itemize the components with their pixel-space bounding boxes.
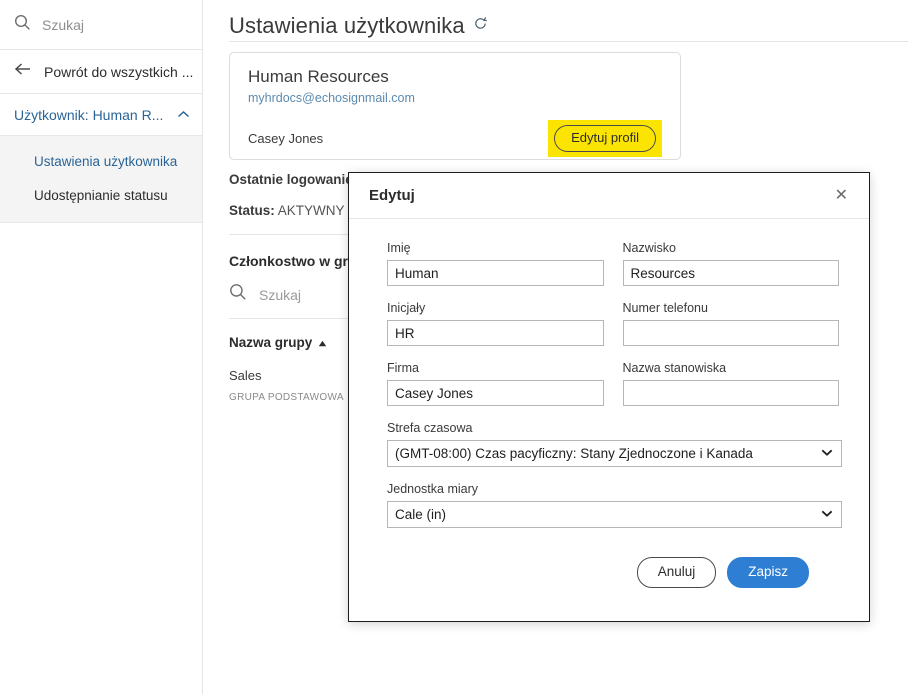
sidebar-group-user[interactable]: Użytkownik: Human R... [0,94,202,136]
app-root: Powrót do wszystkich ... Użytkownik: Hum… [0,0,908,694]
unit-select-wrap: Cale (in) [387,501,842,528]
status-label: Status: [229,203,275,218]
user-card-email[interactable]: myhrdocs@echosignmail.com [248,91,662,105]
sidebar: Powrót do wszystkich ... Użytkownik: Hum… [0,0,203,694]
user-card-person: Casey Jones [248,130,324,146]
last-login-label: Ostatnie logowanie: [229,172,358,187]
group-name-column-label: Nazwa grupy [229,335,313,350]
dialog-footer: Anuluj Zapisz [387,543,839,588]
sidebar-search[interactable] [0,0,202,50]
timezone-label: Strefa czasowa [387,421,473,435]
initials-label: Inicjały [387,301,426,315]
phone-input[interactable] [622,320,839,346]
user-card-row: Casey Jones Edytuj profil [248,120,662,157]
user-profile-card: Human Resources myhrdocs@echosignmail.co… [229,52,681,160]
phone-label: Numer telefonu [622,301,708,315]
sidebar-item-status-sharing-label: Udostępnianie statusu [34,187,168,203]
timezone-select-wrap: (GMT-08:00) Czas pacyficzny: Stany Zjedn… [387,440,842,467]
user-card-name: Human Resources [248,67,389,86]
field-company: Firma [387,361,604,406]
row-initials-phone: Inicjały Numer telefonu [387,301,839,361]
last-name-input[interactable] [622,260,839,286]
title-divider [229,41,908,42]
refresh-icon[interactable] [473,16,488,36]
edit-profile-button[interactable]: Edytuj profil [554,125,656,152]
field-timezone: Strefa czasowa (GMT-08:00) Czas pacyficz… [387,421,842,467]
field-first-name: Imię [387,241,604,286]
search-icon [14,14,31,36]
field-job-title: Nazwa stanowiska [622,361,839,406]
sidebar-submenu: Ustawienia użytkownika Udostępnianie sta… [0,136,202,223]
field-phone: Numer telefonu [622,301,839,346]
cancel-button[interactable]: Anuluj [636,557,717,588]
chevron-up-icon[interactable] [177,106,190,124]
sidebar-item-status-sharing[interactable]: Udostępnianie statusu [0,178,202,212]
company-label: Firma [387,361,419,375]
page-title: Ustawienia użytkownika [229,13,465,38]
search-input[interactable] [42,16,172,33]
back-to-all-button[interactable]: Powrót do wszystkich ... [0,50,202,94]
unit-of-measure-label: Jednostka miary [387,482,479,496]
row-company-job: Firma Nazwa stanowiska [387,361,839,421]
save-button[interactable]: Zapisz [727,557,809,588]
back-to-all-label: Powrót do wszystkich ... [44,63,194,80]
field-unit-of-measure: Jednostka miary Cale (in) [387,482,842,528]
dialog-header: Edytuj ✕ [349,173,869,219]
row-name: Imię Nazwisko [387,241,839,301]
field-last-name: Nazwisko [622,241,839,286]
last-name-label: Nazwisko [622,241,677,255]
company-input[interactable] [387,380,604,406]
status-badge: AKTYWNY [277,203,345,218]
dialog-title: Edytuj [369,187,415,204]
close-icon[interactable]: ✕ [831,184,852,208]
sidebar-item-user-settings-label: Ustawienia użytkownika [34,153,178,169]
job-title-label: Nazwa stanowiska [622,361,727,375]
sort-asc-icon [318,335,327,350]
job-title-input[interactable] [622,380,839,406]
initials-input[interactable] [387,320,604,346]
field-initials: Inicjały [387,301,604,346]
edit-profile-dialog: Edytuj ✕ Imię Nazwisko Inicjały [348,172,870,622]
first-name-label: Imię [387,241,411,255]
timezone-select[interactable]: (GMT-08:00) Czas pacyficzny: Stany Zjedn… [387,440,842,467]
page-header: Ustawienia użytkownika [203,0,908,40]
sidebar-group-user-label: Użytkownik: Human R... [14,106,164,123]
search-icon [229,283,247,306]
arrow-left-icon [14,62,32,81]
unit-of-measure-select[interactable]: Cale (in) [387,501,842,528]
first-name-input[interactable] [387,260,604,286]
edit-profile-highlight: Edytuj profil [548,120,662,157]
sidebar-item-user-settings[interactable]: Ustawienia użytkownika [0,144,202,178]
dialog-body: Imię Nazwisko Inicjały Numer telefonu [349,219,869,588]
